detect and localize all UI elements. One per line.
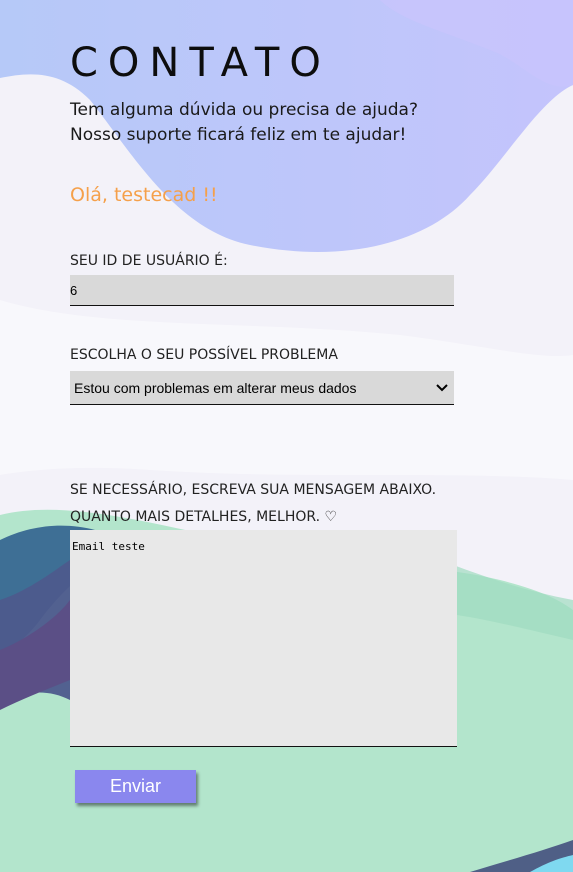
user-id-value: 6 bbox=[70, 282, 78, 298]
problem-select[interactable]: Estou com problemas em alterar meus dado… bbox=[70, 371, 454, 405]
subtitle-line-1: Tem alguma dúvida ou precisa de ajuda? bbox=[70, 100, 418, 120]
subtitle-line-2: Nosso suporte ficará feliz em te ajudar! bbox=[70, 125, 407, 145]
message-text: Email teste bbox=[72, 540, 145, 553]
message-label-line-2: QUANTO MAIS DETALHES, MELHOR. ♡ bbox=[70, 509, 338, 525]
problem-selected-value: Estou com problemas em alterar meus dado… bbox=[74, 379, 357, 396]
user-id-field[interactable]: 6 bbox=[70, 275, 454, 306]
contact-page: CONTATO Tem alguma dúvida ou precisa de … bbox=[0, 0, 573, 872]
message-textarea[interactable]: Email teste bbox=[70, 530, 457, 747]
message-label-line-1: SE NECESSÁRIO, ESCREVA SUA MENSAGEM ABAI… bbox=[70, 482, 437, 498]
page-title: CONTATO bbox=[70, 40, 331, 86]
message-label: SE NECESSÁRIO, ESCREVA SUA MENSAGEM ABAI… bbox=[70, 477, 490, 531]
send-button[interactable]: Enviar bbox=[75, 770, 196, 803]
problem-label: ESCOLHA O SEU POSSÍVEL PROBLEMA bbox=[70, 347, 338, 363]
page-subtitle: Tem alguma dúvida ou precisa de ajuda? N… bbox=[70, 98, 490, 148]
chevron-down-icon bbox=[436, 382, 448, 394]
user-id-label: SEU ID DE USUÁRIO É: bbox=[70, 253, 228, 269]
greeting-text: Olá, testecad !! bbox=[70, 184, 218, 206]
